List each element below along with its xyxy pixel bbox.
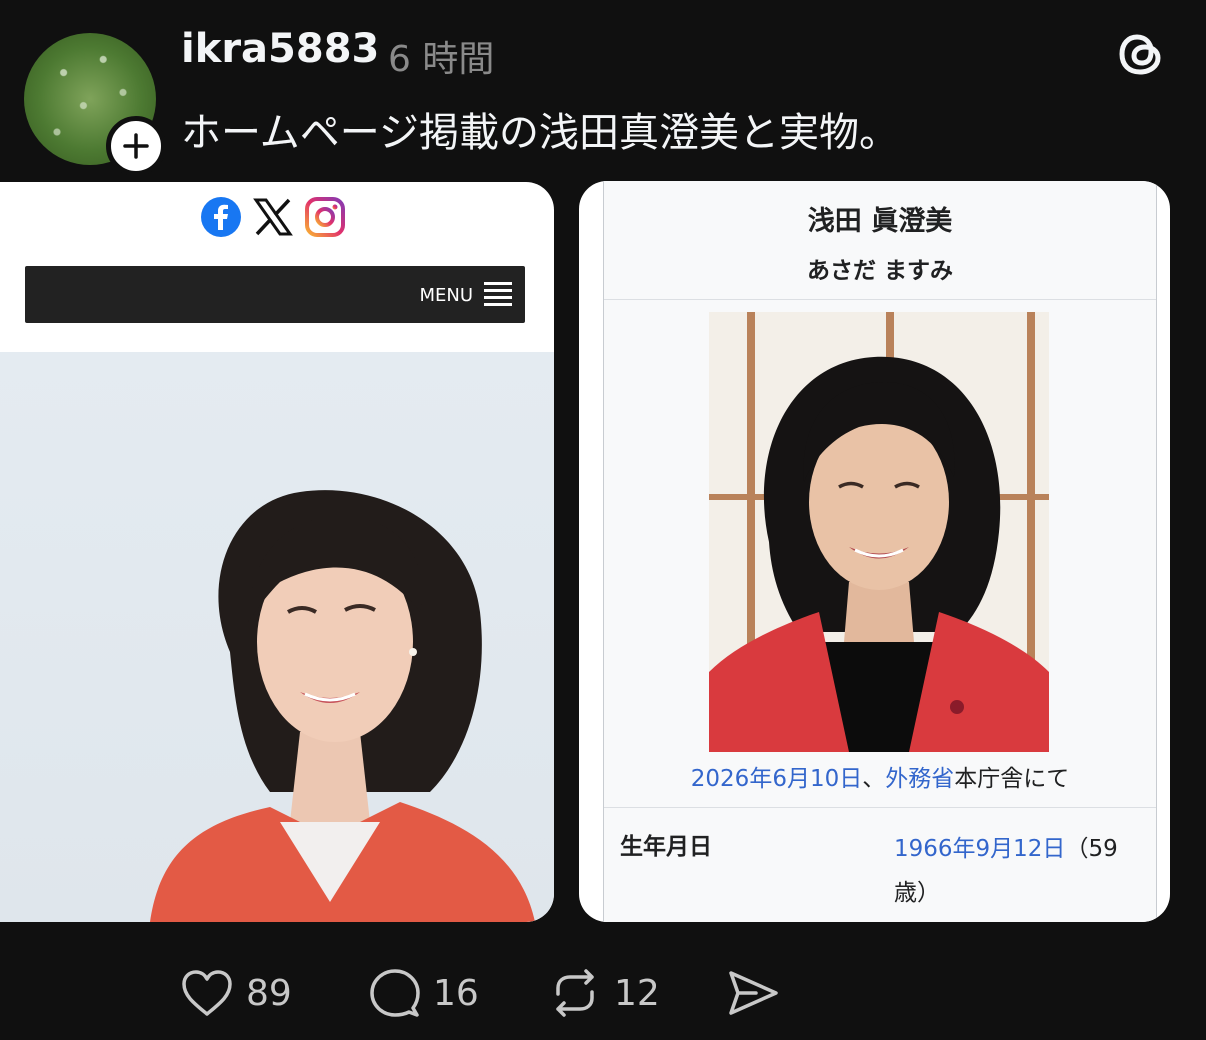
follow-button[interactable]	[106, 116, 166, 176]
x-icon[interactable]	[252, 196, 294, 238]
caption-rest: 本庁舎にて	[954, 766, 1070, 792]
menu-label: MENU	[419, 285, 473, 306]
infobox-portrait	[709, 312, 1049, 752]
plus-icon	[123, 133, 149, 159]
wikipedia-screenshot[interactable]: 浅田 眞澄美 あさだ ますみ 2026年6月10日、外務省本庁舎にて 生年月日 …	[579, 181, 1170, 922]
repost-button[interactable]: 12	[548, 968, 660, 1018]
repost-count: 12	[614, 972, 660, 1014]
infobox-kana: あさだ ますみ	[806, 258, 953, 284]
caption-place-link[interactable]: 外務省	[885, 766, 954, 792]
post-caption: ホームページ掲載の浅田真澄美と実物。	[181, 110, 899, 156]
like-count: 89	[246, 972, 292, 1014]
reply-icon	[370, 969, 420, 1017]
username[interactable]: ikra5883	[181, 26, 379, 72]
social-icons	[200, 196, 346, 238]
age-open: （59	[1065, 836, 1118, 862]
birthdate-value: 1966年9月12日（59 歳）	[894, 827, 1144, 915]
share-button[interactable]	[726, 968, 780, 1018]
threads-logo-icon[interactable]	[1114, 26, 1170, 82]
reply-count: 16	[433, 972, 479, 1014]
threads-post: ikra5883 6 時間 ホームページ掲載の浅田真澄美と実物。 MENU 浅田…	[0, 0, 1206, 1040]
heart-icon	[182, 970, 232, 1016]
infobox-divider	[604, 807, 1156, 808]
repost-icon	[556, 969, 594, 1017]
caption-separator: 、	[862, 766, 886, 792]
age-close: 歳）	[894, 880, 940, 906]
instagram-icon[interactable]	[304, 196, 346, 238]
homepage-portrait	[0, 352, 554, 922]
action-bar: 89 16 12	[0, 960, 1206, 1030]
reply-button[interactable]: 16	[367, 968, 479, 1018]
share-icon	[729, 971, 778, 1015]
caption-date-link[interactable]: 2026年6月10日	[691, 766, 862, 792]
facebook-icon[interactable]	[200, 196, 242, 238]
birthdate-link[interactable]: 1966年9月12日	[894, 836, 1065, 862]
like-button[interactable]: 89	[180, 968, 292, 1018]
infobox-name: 浅田 眞澄美	[807, 206, 953, 237]
hamburger-icon	[484, 282, 512, 306]
wikipedia-infobox: 浅田 眞澄美 あさだ ますみ 2026年6月10日、外務省本庁舎にて 生年月日 …	[603, 181, 1157, 922]
photo-caption: 2026年6月10日、外務省本庁舎にて	[604, 759, 1156, 793]
post-timestamp: 6 時間	[388, 39, 495, 80]
infobox-divider	[604, 299, 1156, 300]
menu-button[interactable]: MENU	[25, 266, 525, 323]
birthdate-label: 生年月日	[620, 834, 712, 860]
